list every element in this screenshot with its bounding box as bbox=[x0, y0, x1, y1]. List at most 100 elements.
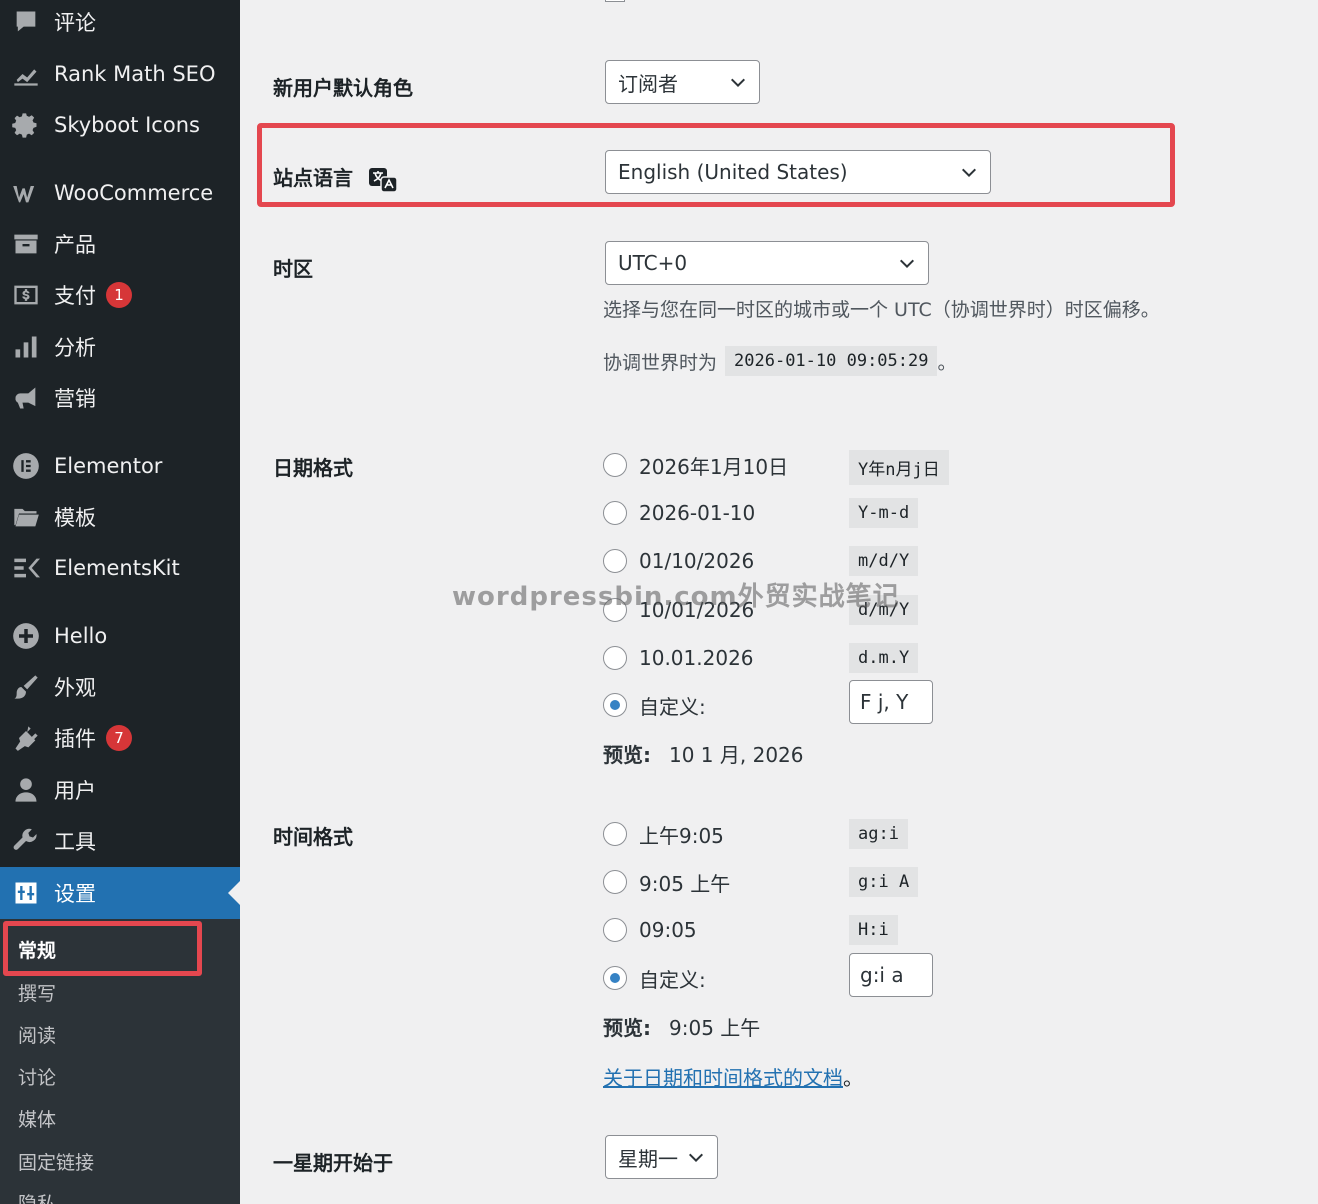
user-icon bbox=[12, 776, 40, 804]
payment-icon bbox=[12, 281, 40, 309]
week-start-label: 一星期开始于 bbox=[273, 1151, 393, 1175]
sidebar-item-woocommerce[interactable]: WooCommerce bbox=[0, 168, 240, 218]
date-format-option-text: 01/10/2026 bbox=[639, 549, 755, 573]
sidebar-item-templates[interactable]: 模板 bbox=[0, 492, 240, 542]
sidebar-item-label: 插件 bbox=[54, 727, 96, 751]
sidebar-item-label: 模板 bbox=[54, 506, 96, 530]
elementor-icon bbox=[12, 452, 40, 480]
sidebar-item-label: 设置 bbox=[54, 882, 96, 906]
date-format-option[interactable]: 01/10/2026 bbox=[603, 546, 754, 576]
site-language-label-text: 站点语言 bbox=[273, 166, 353, 190]
sidebar-item-label: 营销 bbox=[54, 387, 96, 411]
week-start-select[interactable]: 星期一 bbox=[605, 1135, 718, 1179]
sidebar-item-hello[interactable]: Hello bbox=[0, 611, 240, 661]
submenu-item-privacy[interactable]: 隐私 bbox=[18, 1189, 56, 1204]
elementskit-icon bbox=[12, 554, 40, 582]
checkbox-partial[interactable] bbox=[605, 0, 625, 2]
sidebar-item-products[interactable]: 产品 bbox=[0, 219, 240, 269]
submenu-item-permalinks[interactable]: 固定链接 bbox=[18, 1148, 94, 1175]
time-format-label: 时间格式 bbox=[273, 825, 353, 849]
archive-icon bbox=[12, 230, 40, 258]
sidebar-item-comments[interactable]: 评论 bbox=[0, 0, 240, 47]
settings-content: 新用户默认角色 订阅者 站点语言 English (United States)… bbox=[240, 0, 1318, 1204]
sidebar-item-plugins[interactable]: 插件 7 bbox=[0, 713, 240, 763]
sidebar-item-label: 支付 bbox=[54, 284, 96, 308]
radio-button[interactable] bbox=[603, 822, 627, 846]
sidebar-item-elementor[interactable]: Elementor bbox=[0, 441, 240, 491]
plus-circle-icon bbox=[12, 622, 40, 650]
select-value: 星期一 bbox=[618, 1146, 678, 1171]
submenu-item-writing[interactable]: 撰写 bbox=[18, 979, 56, 1006]
format-code: Y年n月j日 bbox=[849, 450, 949, 485]
date-format-option[interactable]: 2026-01-10 bbox=[603, 498, 755, 528]
doc-link-suffix: 。 bbox=[843, 1066, 863, 1090]
select-value: English (United States) bbox=[618, 160, 848, 184]
time-format-option[interactable]: 09:05 bbox=[603, 915, 697, 945]
sidebar-item-settings[interactable]: 设置 bbox=[0, 867, 240, 919]
gear-icon bbox=[12, 111, 40, 139]
default-role-select[interactable]: 订阅者 bbox=[605, 60, 760, 104]
sidebar-item-label: Hello bbox=[54, 624, 108, 648]
date-format-option[interactable]: 2026年1月10日 bbox=[603, 450, 788, 480]
time-format-preview: 预览: 9:05 上午 bbox=[603, 1012, 760, 1041]
radio-button[interactable] bbox=[603, 453, 627, 477]
radio-button[interactable] bbox=[603, 870, 627, 894]
preview-label: 预览: bbox=[603, 1016, 651, 1040]
utc-time-suffix: 。 bbox=[937, 351, 957, 374]
sidebar-item-label: Rank Math SEO bbox=[54, 62, 216, 86]
radio-button[interactable] bbox=[603, 918, 627, 942]
utc-time-row: 协调世界时为 2026-01-10 09:05:29 。 bbox=[603, 346, 957, 376]
sidebar-item-label: ElementsKit bbox=[54, 556, 180, 580]
submenu-item-discussion[interactable]: 讨论 bbox=[18, 1063, 56, 1090]
utc-time-code: 2026-01-10 09:05:29 bbox=[725, 346, 938, 376]
time-format-custom-option[interactable]: 自定义: bbox=[603, 963, 706, 993]
sidebar-item-rank-math[interactable]: Rank Math SEO bbox=[0, 49, 240, 99]
sidebar-item-label: 外观 bbox=[54, 676, 96, 700]
format-code: Y-m-d bbox=[849, 498, 919, 528]
sidebar-item-payments[interactable]: 支付 1 bbox=[0, 270, 240, 320]
date-format-option[interactable]: 10.01.2026 bbox=[603, 643, 754, 673]
sidebar-item-label: 工具 bbox=[54, 830, 96, 854]
sidebar-item-marketing[interactable]: 营销 bbox=[0, 373, 240, 423]
radio-button-checked[interactable] bbox=[603, 966, 627, 990]
time-format-option-text: 上午9:05 bbox=[639, 823, 724, 848]
radio-button[interactable] bbox=[603, 501, 627, 525]
plugin-icon bbox=[12, 724, 40, 752]
megaphone-icon bbox=[12, 384, 40, 412]
rank-math-icon bbox=[12, 60, 40, 88]
format-code: H:i bbox=[849, 915, 898, 945]
comment-icon bbox=[12, 8, 40, 36]
radio-button[interactable] bbox=[603, 646, 627, 670]
sidebar-item-elementskit[interactable]: ElementsKit bbox=[0, 543, 240, 593]
chevron-down-icon bbox=[688, 1153, 704, 1163]
site-language-select[interactable]: English (United States) bbox=[605, 150, 991, 194]
preview-value: 9:05 上午 bbox=[669, 1016, 761, 1040]
woocommerce-icon bbox=[12, 179, 40, 207]
sidebar-item-users[interactable]: 用户 bbox=[0, 765, 240, 815]
radio-button[interactable] bbox=[603, 549, 627, 573]
time-format-option[interactable]: 9:05 上午 bbox=[603, 867, 730, 897]
submenu-item-reading[interactable]: 阅读 bbox=[18, 1021, 56, 1048]
chevron-down-icon bbox=[730, 78, 746, 88]
date-format-custom-input[interactable]: F j, Y bbox=[849, 680, 933, 724]
paintbrush-icon bbox=[12, 673, 40, 701]
date-format-preview: 预览: 10 1 月, 2026 bbox=[603, 739, 804, 768]
submenu-item-media[interactable]: 媒体 bbox=[18, 1105, 56, 1132]
sidebar-item-label: WooCommerce bbox=[54, 181, 214, 205]
date-time-doc-link[interactable]: 关于日期和时间格式的文档 bbox=[603, 1066, 843, 1090]
select-value: 订阅者 bbox=[618, 71, 678, 96]
date-format-option-text: 2026-01-10 bbox=[639, 501, 756, 525]
time-format-option[interactable]: 上午9:05 bbox=[603, 819, 724, 849]
date-time-doc-link-row: 关于日期和时间格式的文档。 bbox=[603, 1062, 863, 1091]
time-format-option-text: 09:05 bbox=[639, 918, 697, 942]
sidebar-item-analytics[interactable]: 分析 bbox=[0, 322, 240, 372]
sidebar-item-appearance[interactable]: 外观 bbox=[0, 662, 240, 712]
sidebar-item-tools[interactable]: 工具 bbox=[0, 816, 240, 866]
radio-button-checked[interactable] bbox=[603, 693, 627, 717]
sidebar-item-skyboot[interactable]: Skyboot Icons bbox=[0, 100, 240, 150]
chevron-down-icon bbox=[961, 168, 977, 178]
timezone-select[interactable]: UTC+0 bbox=[605, 241, 929, 285]
time-format-custom-input[interactable]: g:i a bbox=[849, 953, 933, 997]
date-format-custom-option[interactable]: 自定义: bbox=[603, 690, 706, 720]
sidebar-item-label: 分析 bbox=[54, 336, 96, 360]
